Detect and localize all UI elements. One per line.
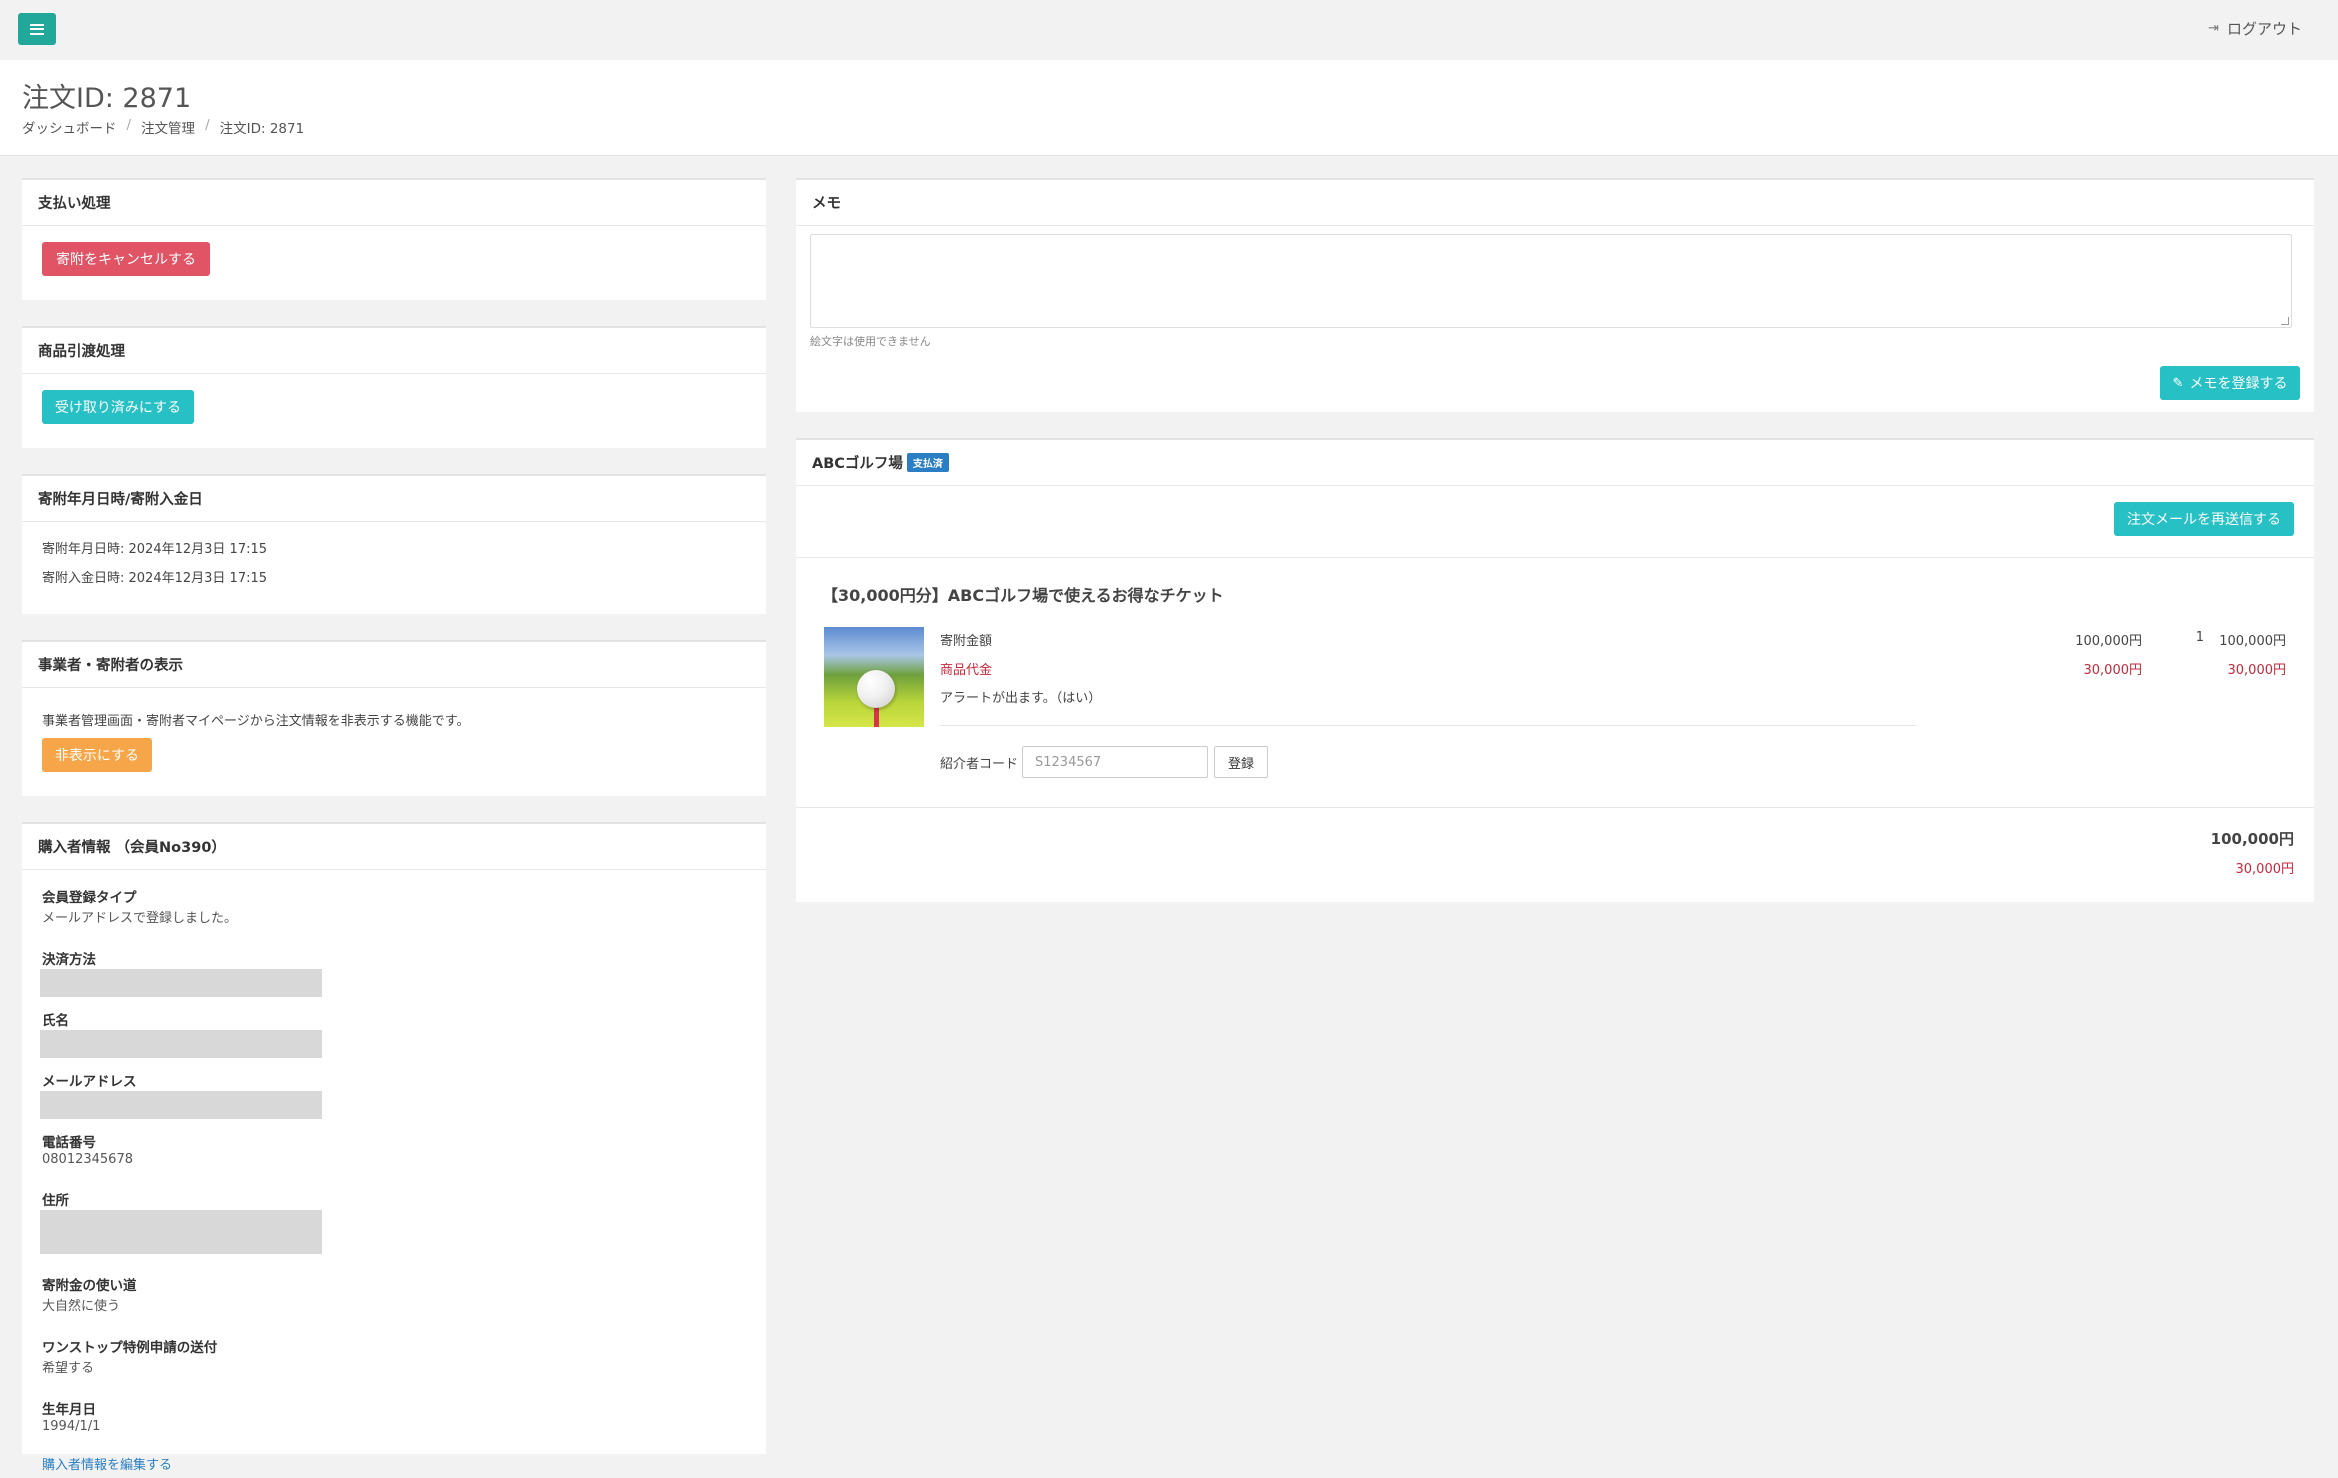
resend-order-mail-button[interactable]: 注文メールを再送信する <box>2114 502 2294 536</box>
birthday-label: 生年月日 <box>42 1402 96 1418</box>
cancel-donation-button[interactable]: 寄附をキャンセルする <box>42 242 210 276</box>
referral-code-input[interactable]: S1234567 <box>1022 746 1208 778</box>
grand-product-cost: 30,000円 <box>2235 862 2295 877</box>
name-label: 氏名 <box>42 1013 69 1029</box>
visibility-description: 事業者管理画面・寄附者マイページから注文情報を非表示する機能です。 <box>42 714 470 729</box>
donation-total: 100,000円 <box>2219 634 2286 649</box>
phone-value: 08012345678 <box>42 1152 133 1167</box>
status-badge: 支払済 <box>906 453 949 472</box>
breadcrumb-dashboard[interactable]: ダッシュボード <box>22 117 117 137</box>
mark-received-button[interactable]: 受け取り済みにする <box>42 390 194 424</box>
donation-amount-label: 寄附金額 <box>940 634 993 649</box>
reg-type-value: メールアドレスで登録しました。 <box>42 911 238 926</box>
edit-buyer-link[interactable]: 購入者情報を編集する <box>42 1454 742 1473</box>
payment-card: 支払い処理 寄附をキャンセルする <box>22 178 766 300</box>
memo-textarea[interactable] <box>810 234 2292 328</box>
item-divider <box>940 725 1916 726</box>
resize-grip-icon[interactable] <box>2281 317 2289 325</box>
logout-label: ログアウト <box>2226 20 2302 38</box>
usage-value: 大自然に使う <box>42 1299 121 1314</box>
delivery-card-title: 商品引渡処理 <box>22 328 766 374</box>
order-card-title: ABCゴルフ場 支払済 <box>796 440 2314 486</box>
birthday-value: 1994/1/1 <box>42 1419 101 1434</box>
onestop-value: 希望する <box>42 1361 95 1376</box>
product-cost-unit-price: 30,000円 <box>2083 663 2143 678</box>
grand-total: 100,000円 <box>2210 830 2294 848</box>
golf-tee-shape <box>874 705 879 727</box>
referral-code-label: 紹介者コード <box>940 757 1019 772</box>
email-label: メールアドレス <box>42 1074 137 1090</box>
buyer-info-card-title: 購入者情報 （会員No390） <box>22 824 766 870</box>
alert-text: アラートが出ます。（はい） <box>940 691 1102 706</box>
donation-dates-card: 寄附年月日時/寄附入金日 寄附年月日時: 2024年12月3日 17:15 寄附… <box>22 474 766 614</box>
delivery-card: 商品引渡処理 受け取り済みにする <box>22 326 766 448</box>
page-header: 注文ID: 2871 ダッシュボード / 注文管理 / 注文ID: 2871 <box>0 60 2338 156</box>
product-cost-total: 30,000円 <box>2227 663 2287 678</box>
shop-name: ABCゴルフ場 <box>812 456 903 472</box>
donation-quantity: 1 <box>2195 630 2204 645</box>
order-card: ABCゴルフ場 支払済 注文メールを再送信する 【30,000円分】ABCゴルフ… <box>796 438 2314 902</box>
product-image <box>824 627 924 727</box>
payment-method-label: 決済方法 <box>42 952 96 968</box>
breadcrumb: ダッシュボード / 注文管理 / 注文ID: 2871 <box>22 117 304 137</box>
pencil-icon: ✎ <box>2172 375 2184 390</box>
address-label: 住所 <box>42 1193 69 1209</box>
onestop-label: ワンストップ特例申請の送付 <box>42 1340 218 1356</box>
payment-datetime: 寄附入金日時: 2024年12月3日 17:15 <box>42 571 268 586</box>
hamburger-menu-icon <box>30 23 44 35</box>
logout-link[interactable]: ⇥ ログアウト <box>2208 18 2302 39</box>
referral-register-button[interactable]: 登録 <box>1214 746 1268 778</box>
order-divider <box>796 557 2314 558</box>
logout-icon: ⇥ <box>2208 21 2219 36</box>
address-value <box>40 1210 322 1254</box>
donation-dates-card-title: 寄附年月日時/寄附入金日 <box>22 476 766 522</box>
visibility-card: 事業者・寄附者の表示 事業者管理画面・寄附者マイページから注文情報を非表示する機… <box>22 640 766 796</box>
memo-card: メモ 絵文字は使用できません ✎ メモを登録する <box>796 178 2314 412</box>
payment-method-value <box>40 969 322 997</box>
memo-card-title: メモ <box>796 180 2314 226</box>
page-title: 注文ID: 2871 <box>22 83 192 114</box>
golf-ball-shape <box>857 670 895 708</box>
save-memo-button[interactable]: ✎ メモを登録する <box>2160 366 2300 400</box>
reg-type-label: 会員登録タイプ <box>42 890 137 906</box>
referral-code-placeholder: S1234567 <box>1035 754 1102 770</box>
breadcrumb-current: 注文ID: 2871 <box>219 121 305 137</box>
donation-unit-price: 100,000円 <box>2075 634 2142 649</box>
usage-label: 寄附金の使い道 <box>42 1278 137 1294</box>
product-title: 【30,000円分】ABCゴルフ場で使えるお得なチケット <box>822 586 1224 605</box>
donation-datetime: 寄附年月日時: 2024年12月3日 17:15 <box>42 542 268 557</box>
totals-divider <box>796 807 2314 808</box>
breadcrumb-orders[interactable]: 注文管理 <box>141 117 195 137</box>
phone-label: 電話番号 <box>42 1135 96 1151</box>
product-cost-label: 商品代金 <box>940 663 993 678</box>
payment-card-title: 支払い処理 <box>22 180 766 226</box>
memo-hint: 絵文字は使用できません <box>810 335 931 348</box>
menu-toggle-button[interactable] <box>18 13 56 45</box>
buyer-info-card: 購入者情報 （会員No390） 会員登録タイプ メールアドレスで登録しました。 … <box>22 822 766 1473</box>
visibility-card-title: 事業者・寄附者の表示 <box>22 642 766 688</box>
breadcrumb-separator: / <box>126 117 132 133</box>
email-value <box>40 1091 322 1119</box>
breadcrumb-separator: / <box>205 117 210 133</box>
top-bar: ⇥ ログアウト <box>0 0 2338 60</box>
name-value <box>40 1030 322 1058</box>
save-memo-label: メモを登録する <box>2189 375 2288 391</box>
hide-order-button[interactable]: 非表示にする <box>42 738 152 772</box>
